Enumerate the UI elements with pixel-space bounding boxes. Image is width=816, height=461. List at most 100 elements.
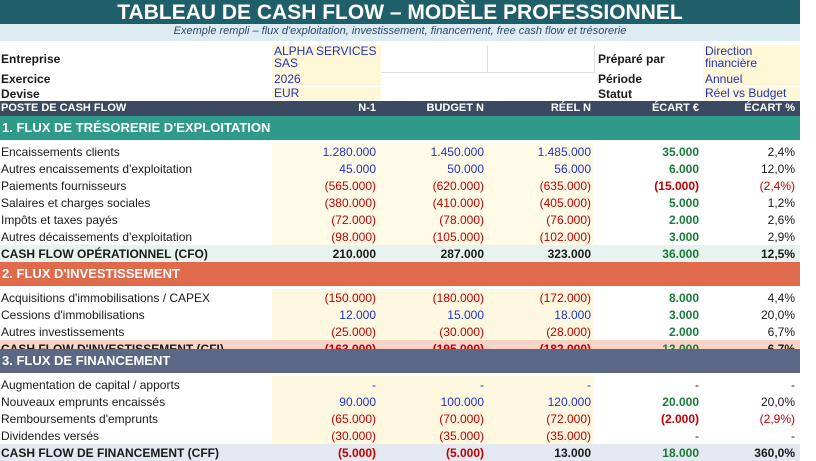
row-label[interactable]: Dividendes versés xyxy=(1,428,269,444)
cell-reel[interactable]: (405.000) xyxy=(491,195,591,211)
cell-budget[interactable]: (78.000) xyxy=(384,212,484,228)
cell-reel[interactable]: (172.000) xyxy=(491,290,591,306)
cell-ecart-pct[interactable]: 12,0% xyxy=(695,161,795,177)
cell-n1[interactable]: (72.000) xyxy=(276,212,376,228)
cell-n1[interactable]: 45.000 xyxy=(276,161,376,177)
cell-budget[interactable]: (620.000) xyxy=(384,178,484,194)
cell-ecart-pct[interactable]: (2,4%) xyxy=(695,178,795,194)
cell-ecart-eur[interactable]: 18.000 xyxy=(599,445,699,461)
cell-ecart-eur[interactable]: 2.000 xyxy=(599,212,699,228)
row-label[interactable]: Paiements fournisseurs xyxy=(1,178,269,194)
cell-ecart-pct[interactable]: - xyxy=(695,377,795,393)
row-label[interactable]: Autres encaissements d'exploitation xyxy=(1,161,269,177)
entreprise-value[interactable]: ALPHA SERVICES SAS xyxy=(272,45,381,73)
statut-value[interactable]: Réel vs Budget xyxy=(703,87,800,100)
cell-n1[interactable]: 210.000 xyxy=(276,246,376,262)
cell-ecart-pct[interactable]: 360,0% xyxy=(695,445,795,461)
periode-value[interactable]: Annuel xyxy=(703,73,800,86)
cell-n1[interactable]: 1.280.000 xyxy=(276,144,376,160)
devise-value[interactable]: EUR xyxy=(272,87,381,100)
cell-n1[interactable]: (380.000) xyxy=(276,195,376,211)
cell-ecart-pct[interactable]: 1,2% xyxy=(695,195,795,211)
row-label[interactable]: Augmentation de capital / apports xyxy=(1,377,269,393)
cell-budget[interactable]: 1.450.000 xyxy=(384,144,484,160)
cell-ecart-eur[interactable]: - xyxy=(599,428,699,444)
row-label[interactable]: Acquisitions d'immobilisations / CAPEX xyxy=(1,290,269,306)
row-label[interactable]: Autres décaissements d'exploitation xyxy=(1,229,269,245)
blank-cell[interactable] xyxy=(488,45,595,73)
cell-budget[interactable]: (5.000) xyxy=(384,445,484,461)
cell-reel[interactable]: (35.000) xyxy=(491,428,591,444)
cell-budget[interactable]: 287.000 xyxy=(384,246,484,262)
row-label[interactable]: Autres investissements xyxy=(1,324,269,340)
cell-n1[interactable]: (65.000) xyxy=(276,411,376,427)
row-label[interactable]: Remboursements d'emprunts xyxy=(1,411,269,427)
cell-ecart-pct[interactable]: 4,4% xyxy=(695,290,795,306)
cell-ecart-eur[interactable]: 6.000 xyxy=(599,161,699,177)
cell-n1[interactable]: - xyxy=(276,377,376,393)
cell-budget[interactable]: 15.000 xyxy=(384,307,484,323)
cell-n1[interactable]: 90.000 xyxy=(276,394,376,410)
cell-ecart-eur[interactable]: - xyxy=(599,377,699,393)
cell-n1[interactable]: (150.000) xyxy=(276,290,376,306)
cell-budget[interactable]: (410.000) xyxy=(384,195,484,211)
cell-reel[interactable]: (76.000) xyxy=(491,212,591,228)
cell-reel[interactable]: - xyxy=(491,377,591,393)
cell-n1[interactable]: (565.000) xyxy=(276,178,376,194)
row-label[interactable]: Cessions d'immobilisations xyxy=(1,307,269,323)
row-label[interactable]: CASH FLOW DE FINANCEMENT (CFF) xyxy=(1,445,269,461)
row-label[interactable]: Salaires et charges sociales xyxy=(1,195,269,211)
col-header-ecart-eur[interactable]: ÉCART € xyxy=(652,102,699,114)
cell-reel[interactable]: (635.000) xyxy=(491,178,591,194)
row-label[interactable]: Encaissements clients xyxy=(1,144,269,160)
cell-budget[interactable]: (70.000) xyxy=(384,411,484,427)
cell-budget[interactable]: (30.000) xyxy=(384,324,484,340)
cell-reel[interactable]: (102.000) xyxy=(491,229,591,245)
cell-ecart-pct[interactable]: 2,4% xyxy=(695,144,795,160)
row-label[interactable]: Impôts et taxes payés xyxy=(1,212,269,228)
cell-ecart-eur[interactable]: (2.000) xyxy=(599,411,699,427)
cell-ecart-eur[interactable]: 35.000 xyxy=(599,144,699,160)
cell-ecart-pct[interactable]: 12,5% xyxy=(695,246,795,262)
cell-ecart-eur[interactable]: (15.000) xyxy=(599,178,699,194)
cell-ecart-eur[interactable]: 20.000 xyxy=(599,394,699,410)
col-header-poste[interactable]: POSTE DE CASH FLOW xyxy=(1,102,126,114)
cell-ecart-pct[interactable]: 2,9% xyxy=(695,229,795,245)
cell-n1[interactable]: (30.000) xyxy=(276,428,376,444)
cell-ecart-pct[interactable]: 6,7% xyxy=(695,324,795,340)
cell-reel[interactable]: (72.000) xyxy=(491,411,591,427)
cell-ecart-pct[interactable]: 2,6% xyxy=(695,212,795,228)
cell-reel[interactable]: 13.000 xyxy=(491,445,591,461)
cell-ecart-eur[interactable]: 2.000 xyxy=(599,324,699,340)
cell-reel[interactable]: (28.000) xyxy=(491,324,591,340)
exercice-value[interactable]: 2026 xyxy=(272,73,381,86)
cell-ecart-eur[interactable]: 3.000 xyxy=(599,229,699,245)
cell-budget[interactable]: (35.000) xyxy=(384,428,484,444)
cell-reel[interactable]: 1.485.000 xyxy=(491,144,591,160)
cell-ecart-pct[interactable]: (2,9%) xyxy=(695,411,795,427)
row-label[interactable]: Nouveaux emprunts encaissés xyxy=(1,394,269,410)
cell-ecart-eur[interactable]: 5.000 xyxy=(599,195,699,211)
cell-n1[interactable]: (5.000) xyxy=(276,445,376,461)
prepare-value[interactable]: Direction financière xyxy=(703,45,800,73)
cell-ecart-pct[interactable]: - xyxy=(695,428,795,444)
col-header-ecart-pct[interactable]: ÉCART % xyxy=(744,102,795,114)
cell-budget[interactable]: - xyxy=(384,377,484,393)
cell-ecart-eur[interactable]: 8.000 xyxy=(599,290,699,306)
col-header-n1[interactable]: N-1 xyxy=(358,102,376,114)
cell-budget[interactable]: (180.000) xyxy=(384,290,484,306)
cell-ecart-pct[interactable]: 20,0% xyxy=(695,394,795,410)
cell-n1[interactable]: 12.000 xyxy=(276,307,376,323)
cell-reel[interactable]: 18.000 xyxy=(491,307,591,323)
cell-reel[interactable]: 56.000 xyxy=(491,161,591,177)
blank-cell[interactable] xyxy=(381,45,488,73)
cell-budget[interactable]: 50.000 xyxy=(384,161,484,177)
cell-reel[interactable]: 323.000 xyxy=(491,246,591,262)
row-label[interactable]: CASH FLOW OPÉRATIONNEL (CFO) xyxy=(1,246,269,262)
col-header-reel[interactable]: RÉEL N xyxy=(551,102,591,114)
cell-n1[interactable]: (98.000) xyxy=(276,229,376,245)
cell-ecart-eur[interactable]: 3.000 xyxy=(599,307,699,323)
col-header-budget[interactable]: BUDGET N xyxy=(427,102,484,114)
cell-ecart-eur[interactable]: 36.000 xyxy=(599,246,699,262)
cell-n1[interactable]: (25.000) xyxy=(276,324,376,340)
